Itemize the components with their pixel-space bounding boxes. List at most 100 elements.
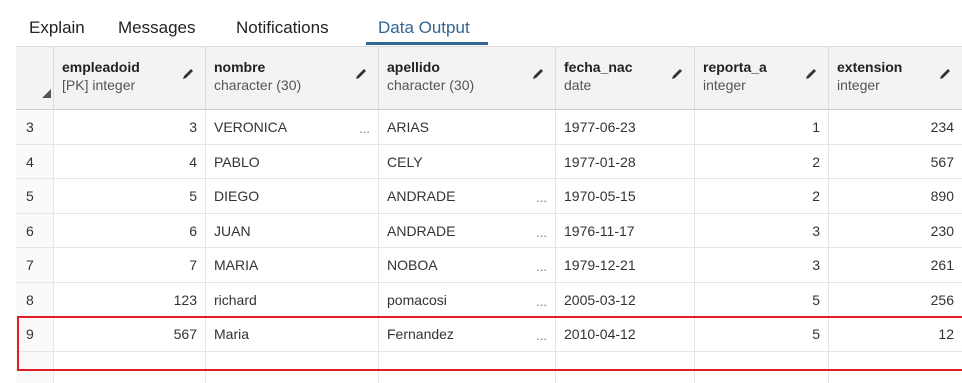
column-name: fecha_nac bbox=[564, 59, 633, 75]
cell-reporta-a[interactable]: 5 bbox=[695, 282, 829, 316]
cell-value: richard bbox=[214, 291, 257, 308]
tab-messages[interactable]: Messages bbox=[118, 18, 195, 38]
cell-nombre[interactable]: MARIA bbox=[206, 248, 379, 282]
column-header-reporta-a[interactable]: reporta_a integer bbox=[695, 47, 829, 110]
cell-apellido[interactable]: ARIAS bbox=[379, 110, 556, 144]
row-number[interactable]: 3 bbox=[16, 110, 54, 144]
cell-value: pomacosi bbox=[387, 291, 447, 308]
result-tabs: Explain Messages Notifications Data Outp… bbox=[0, 0, 962, 46]
column-header-empleadoid[interactable]: empleadoid [PK] integer bbox=[54, 47, 206, 110]
cell-value: ARIAS bbox=[387, 119, 430, 135]
cell-value: 261 bbox=[930, 257, 954, 273]
cell-fecha-nac[interactable]: 1970-05-15 bbox=[556, 179, 695, 213]
table-row[interactable]: 3 3 VERONICA... ARIAS 1977-06-23 1 234 bbox=[16, 110, 962, 145]
cell-value: 5 bbox=[812, 291, 820, 308]
cell-empleadoid[interactable]: 6 bbox=[54, 213, 206, 247]
cell-value: 4 bbox=[189, 153, 197, 170]
pencil-icon[interactable] bbox=[670, 67, 684, 81]
corner-triangle-icon bbox=[42, 89, 51, 98]
cell-nombre[interactable]: PABLO bbox=[206, 144, 379, 178]
cell-reporta-a[interactable]: 3 bbox=[695, 213, 829, 247]
cell-value: 3 bbox=[189, 119, 197, 135]
tab-data-output[interactable]: Data Output bbox=[378, 18, 470, 38]
cell-nombre[interactable]: richard bbox=[206, 282, 379, 316]
cell-reporta-a[interactable]: 1 bbox=[695, 110, 829, 144]
row-number[interactable]: 6 bbox=[16, 213, 54, 247]
column-name: empleadoid bbox=[62, 59, 140, 75]
column-type: integer bbox=[703, 77, 746, 93]
cell-value: 2 bbox=[812, 153, 820, 170]
pencil-icon[interactable] bbox=[531, 67, 545, 81]
cell-value: DIEGO bbox=[214, 188, 260, 204]
cell-fecha-nac[interactable]: 1979-12-21 bbox=[556, 248, 695, 282]
pencil-icon[interactable] bbox=[804, 67, 818, 81]
cell-apellido[interactable]: CELY bbox=[379, 144, 556, 178]
table-row[interactable]: 7 7 MARIA NOBOA... 1979-12-21 3 261 bbox=[16, 248, 962, 283]
cell-value: 1976-11-17 bbox=[564, 222, 635, 239]
cell-value: JUAN bbox=[214, 222, 251, 239]
row-number[interactable]: 4 bbox=[16, 144, 54, 178]
pencil-icon[interactable] bbox=[181, 67, 195, 81]
column-header-apellido[interactable]: apellido character (30) bbox=[379, 47, 556, 110]
cell-apellido[interactable]: ANDRADE... bbox=[379, 213, 556, 247]
cell-value: 234 bbox=[930, 119, 954, 135]
table-row[interactable]: 6 6 JUAN ANDRADE... 1976-11-17 3 230 bbox=[16, 213, 962, 248]
cell-value: 3 bbox=[812, 222, 820, 239]
column-header-extension[interactable]: extension integer bbox=[829, 47, 962, 110]
cell-value: ANDRADE bbox=[387, 222, 456, 239]
truncation-ellipsis: ... bbox=[536, 224, 547, 240]
row-number[interactable]: 5 bbox=[16, 179, 54, 213]
cell-apellido[interactable]: NOBOA... bbox=[379, 248, 556, 282]
column-type: [PK] integer bbox=[62, 77, 136, 93]
cell-extension[interactable]: 261 bbox=[829, 248, 962, 282]
cell-value: 890 bbox=[930, 188, 954, 204]
table-row[interactable]: 5 5 DIEGO ANDRADE... 1970-05-15 2 890 bbox=[16, 179, 962, 214]
pencil-icon[interactable] bbox=[938, 67, 952, 81]
column-type: character (30) bbox=[387, 77, 475, 93]
truncation-ellipsis: ... bbox=[359, 121, 370, 136]
cell-value: 230 bbox=[930, 222, 954, 239]
table-row[interactable]: 4 4 PABLO CELY 1977-01-28 2 567 bbox=[16, 144, 962, 179]
column-header-nombre[interactable]: nombre character (30) bbox=[206, 47, 379, 110]
cell-fecha-nac[interactable]: 1977-01-28 bbox=[556, 144, 695, 178]
cell-nombre[interactable]: DIEGO bbox=[206, 179, 379, 213]
cell-extension[interactable]: 234 bbox=[829, 110, 962, 144]
cell-reporta-a[interactable]: 2 bbox=[695, 179, 829, 213]
table-row[interactable]: 8 123 richard pomacosi... 2005-03-12 5 256 bbox=[16, 282, 962, 317]
cell-value: 1977-06-23 bbox=[564, 119, 636, 135]
pencil-icon[interactable] bbox=[354, 67, 368, 81]
cell-fecha-nac[interactable]: 2005-03-12 bbox=[556, 282, 695, 316]
cell-empleadoid[interactable]: 5 bbox=[54, 179, 206, 213]
cell-value: 567 bbox=[930, 153, 954, 170]
cell-extension[interactable]: 256 bbox=[829, 283, 962, 317]
cell-fecha-nac[interactable]: 1977-06-23 bbox=[556, 110, 695, 144]
cell-value: 256 bbox=[930, 291, 954, 308]
tab-notifications[interactable]: Notifications bbox=[236, 18, 329, 38]
cell-empleadoid[interactable]: 3 bbox=[54, 110, 206, 144]
cell-nombre[interactable]: JUAN bbox=[206, 213, 379, 247]
column-name: nombre bbox=[214, 59, 266, 75]
cell-empleadoid[interactable]: 123 bbox=[54, 282, 206, 316]
tab-explain[interactable]: Explain bbox=[29, 18, 85, 38]
cell-extension[interactable]: 890 bbox=[829, 179, 962, 213]
cell-reporta-a[interactable]: 2 bbox=[695, 144, 829, 178]
row-number[interactable]: 8 bbox=[16, 282, 54, 316]
cell-fecha-nac[interactable]: 1976-11-17 bbox=[556, 213, 695, 247]
cell-extension[interactable]: 230 bbox=[829, 214, 962, 248]
cell-empleadoid[interactable]: 4 bbox=[54, 144, 206, 178]
cell-nombre[interactable]: VERONICA... bbox=[206, 110, 379, 144]
cell-apellido[interactable]: pomacosi... bbox=[379, 282, 556, 316]
cell-value: 6 bbox=[189, 222, 197, 239]
cell-value: CELY bbox=[387, 153, 423, 170]
cell-reporta-a[interactable]: 3 bbox=[695, 248, 829, 282]
cell-value: 7 bbox=[189, 257, 197, 273]
cell-apellido[interactable]: ANDRADE... bbox=[379, 179, 556, 213]
column-name: apellido bbox=[387, 59, 440, 75]
column-header-fecha-nac[interactable]: fecha_nac date bbox=[556, 47, 695, 110]
row-number[interactable]: 7 bbox=[16, 248, 54, 282]
cell-extension[interactable]: 567 bbox=[829, 145, 962, 179]
cell-value: 1970-05-15 bbox=[564, 188, 636, 204]
cell-empleadoid[interactable]: 7 bbox=[54, 248, 206, 282]
select-all-corner[interactable] bbox=[16, 47, 54, 110]
truncation-ellipsis: ... bbox=[536, 190, 547, 205]
